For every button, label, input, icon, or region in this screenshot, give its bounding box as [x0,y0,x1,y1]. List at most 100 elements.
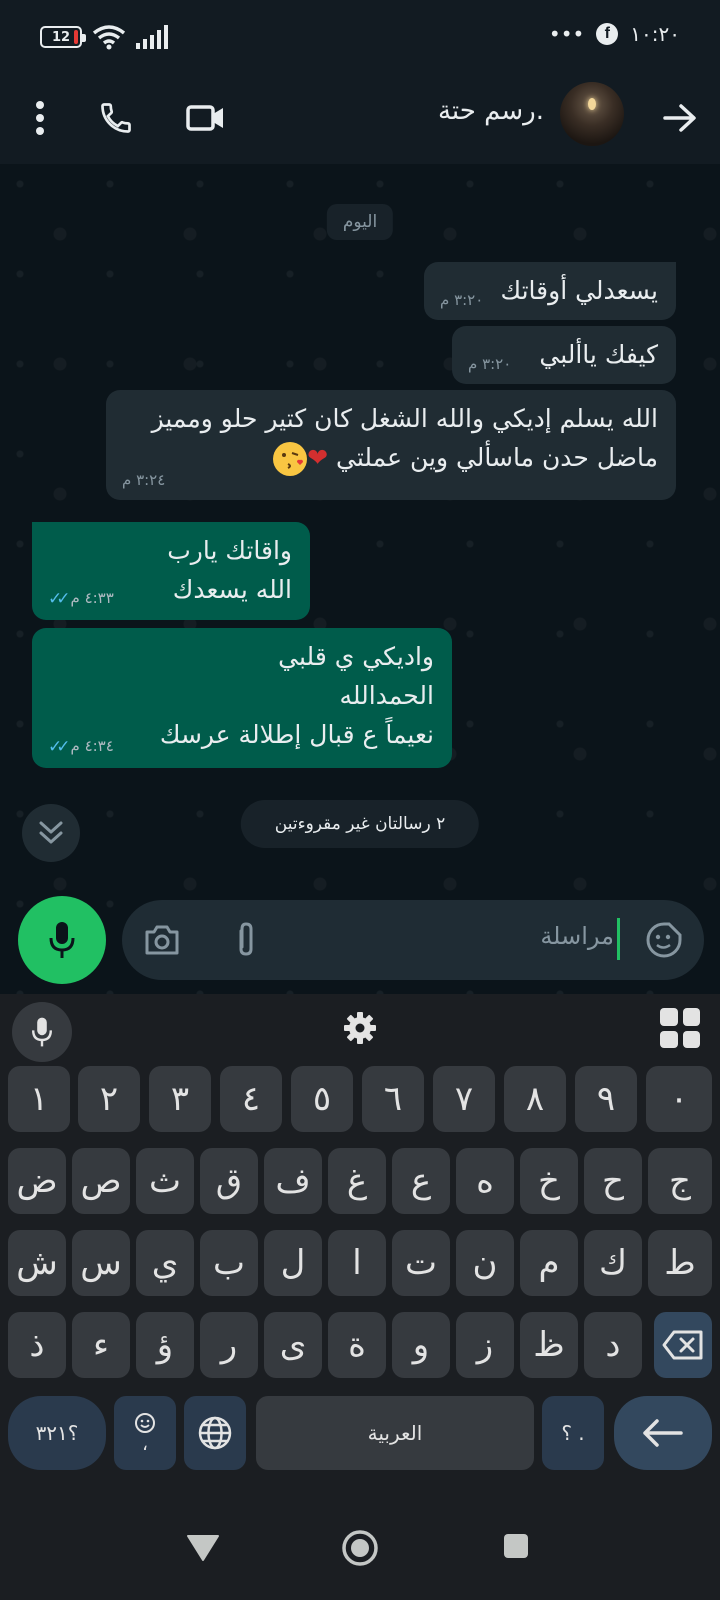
key[interactable]: ٦ [362,1066,424,1132]
key[interactable]: ؤ [136,1312,194,1378]
chat-header: .رسم حتة [0,72,720,164]
key[interactable]: غ [328,1148,386,1214]
contact-avatar[interactable] [560,82,624,146]
message-text: الله يسلم إديكي والله الشغل كان كتير حلو… [124,400,658,478]
keyboard-toolbar [0,994,720,1066]
message-bubble-incoming[interactable]: الله يسلم إديكي والله الشغل كان كتير حلو… [106,390,676,500]
key[interactable]: ة [328,1312,386,1378]
message-meta: ٤:٣٤ م ✓✓ [48,734,114,760]
read-ticks-icon: ✓✓ [48,588,70,609]
nav-recents-icon[interactable] [502,1532,530,1560]
chat-area[interactable]: اليوم يسعدلي أوقاتك ٣:٢٠ م كيفك ياألبي ٣… [0,164,720,994]
microphone-icon [49,922,75,958]
nav-home-icon[interactable] [340,1528,380,1568]
key[interactable]: ٨ [504,1066,566,1132]
key[interactable]: ف [264,1148,322,1214]
camera-icon[interactable] [142,920,182,960]
message-time: ٣:٢٠ م [440,290,484,309]
date-divider: اليوم [326,204,394,240]
contact-name[interactable]: .رسم حتة [438,96,544,126]
key[interactable]: ٢ [78,1066,140,1132]
key[interactable]: ى [264,1312,322,1378]
key[interactable]: ج [648,1148,712,1214]
key[interactable]: ٤ [220,1066,282,1132]
punctuation-key[interactable]: ؟ . [542,1396,604,1470]
key[interactable]: ن [456,1230,514,1296]
key[interactable]: ث [136,1148,194,1214]
red-heart-emoji: ❤ [307,442,329,472]
clock: ١٠:٢٠ [630,22,680,46]
key[interactable]: س [72,1230,130,1296]
voice-message-button[interactable] [18,896,106,984]
backspace-key[interactable] [654,1312,712,1378]
message-bubble-outgoing[interactable]: واقاتك يارب الله يسعدك ٤:٣٣ م ✓✓ [32,522,310,620]
key[interactable]: ٠ [646,1066,712,1132]
space-key[interactable]: العربية [256,1396,534,1470]
key[interactable]: ت [392,1230,450,1296]
message-input[interactable]: مراسلة [122,900,704,980]
key[interactable]: ي [136,1230,194,1296]
voice-call-icon[interactable] [92,94,140,142]
key[interactable]: ر [200,1312,258,1378]
key[interactable]: ظ [520,1312,578,1378]
compose-bar: مراسلة [0,892,720,992]
keyboard-voice-input-icon[interactable] [12,1002,72,1062]
battery-icon: 12 [40,26,86,48]
key[interactable]: و [392,1312,450,1378]
key[interactable]: ح [584,1148,642,1214]
key[interactable]: ا [328,1230,386,1296]
backspace-icon [662,1330,703,1360]
key[interactable]: م [520,1230,578,1296]
key[interactable]: ش [8,1230,66,1296]
key[interactable]: ب [200,1230,258,1296]
more-options-icon[interactable] [16,94,64,142]
key[interactable]: د [584,1312,642,1378]
key[interactable]: ل [264,1230,322,1296]
key[interactable]: ك [584,1230,642,1296]
message-bubble-outgoing[interactable]: واديكي ي قلبي الحمدالله نعيماً ع قبال إط… [32,628,452,768]
scroll-to-bottom-button[interactable] [22,804,80,862]
key[interactable]: ٥ [291,1066,353,1132]
sticker-icon[interactable] [644,920,684,960]
wifi-icon [92,25,126,50]
keyboard-settings-gear-icon[interactable] [336,1004,384,1052]
key[interactable]: ٣ [149,1066,211,1132]
unread-messages-pill[interactable]: ٢ رسالتان غير مقروءتين [240,800,480,848]
text-caret [617,918,620,960]
key[interactable]: ز [456,1312,514,1378]
message-meta: ٤:٣٣ م ✓✓ [48,586,114,612]
message-bubble-incoming[interactable]: يسعدلي أوقاتك ٣:٢٠ م [424,262,676,320]
attach-paperclip-icon[interactable] [226,920,266,960]
key[interactable]: ه [456,1148,514,1214]
nav-back-triangle-icon[interactable] [186,1532,220,1562]
back-arrow-icon[interactable] [656,94,704,142]
key[interactable]: ٧ [433,1066,495,1132]
key[interactable]: ذ [8,1312,66,1378]
key[interactable]: ٩ [575,1066,637,1132]
message-time: ٤:٣٤ م [70,737,114,756]
key[interactable]: ١ [8,1066,70,1132]
message-time: ٣:٢٤ م [122,470,166,489]
facebook-icon: f [596,23,619,45]
key[interactable]: ء [72,1312,130,1378]
system-navigation-bar [0,1498,720,1600]
message-bubble-incoming[interactable]: كيفك ياألبي ٣:٢٠ م [452,326,676,384]
status-bar: 12 ١٠:٢٠ f ••• [0,0,720,72]
enter-key[interactable] [614,1396,712,1470]
video-call-icon[interactable] [182,94,230,142]
status-icons-right: ١٠:٢٠ f ••• [549,22,680,46]
keyboard-apps-grid-icon[interactable] [660,1008,700,1048]
emoji-key[interactable]: ، [114,1396,176,1470]
more-notifications-icon: ••• [548,22,585,46]
key[interactable]: ط [648,1230,712,1296]
key[interactable]: ض [8,1148,66,1214]
message-time: ٣:٢٠ م [468,354,512,373]
key[interactable]: خ [520,1148,578,1214]
key[interactable]: ع [392,1148,450,1214]
key[interactable]: ص [72,1148,130,1214]
key[interactable]: ق [200,1148,258,1214]
symbols-key[interactable]: ؟٣٢١ [8,1396,106,1470]
globe-icon [198,1416,232,1450]
kissing-face-emoji [273,441,308,476]
language-key[interactable] [184,1396,246,1470]
